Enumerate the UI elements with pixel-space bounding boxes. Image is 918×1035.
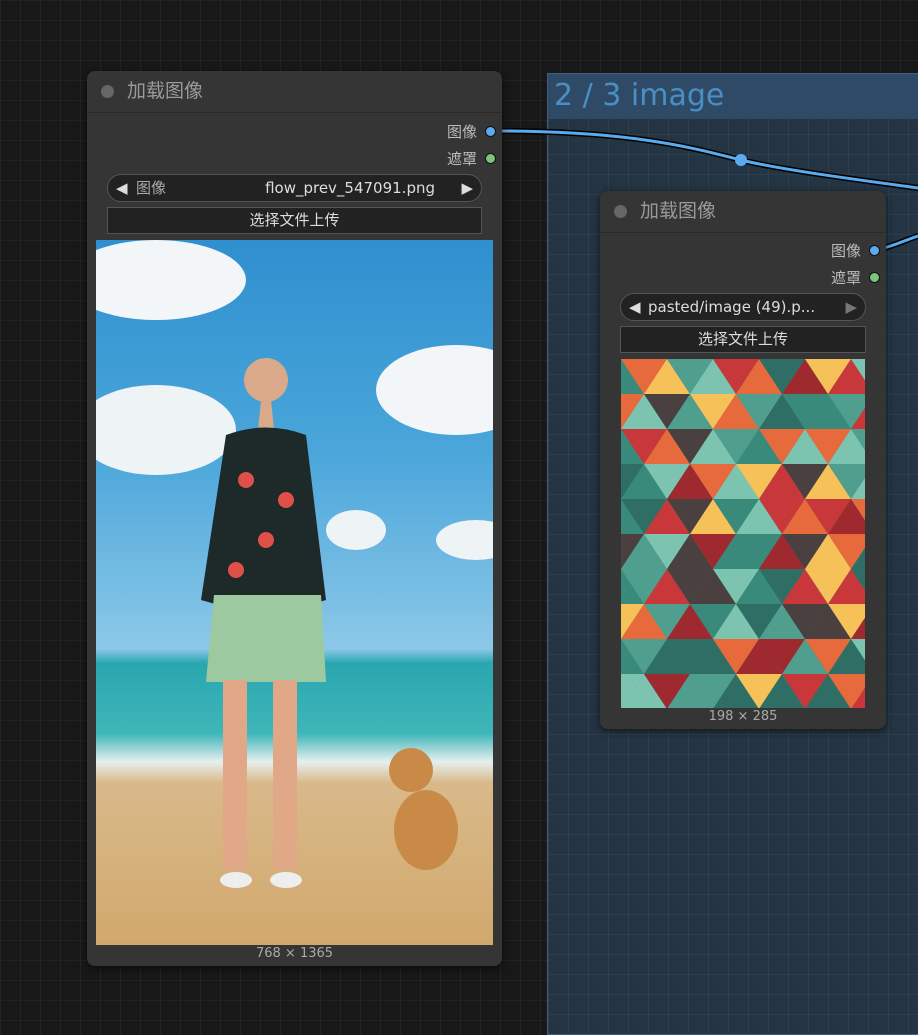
load-image-node-1[interactable]: 加载图像 图像 遮罩 ◀ 图像 flow_prev_547091.png ▶ 选… [87,71,502,966]
geometric-pattern-illustration [621,359,865,708]
upload-button[interactable]: 选择文件上传 [107,207,482,234]
image-dimensions: 198 × 285 [708,709,778,724]
upload-button[interactable]: 选择文件上传 [620,326,866,353]
output-socket-icon[interactable] [485,153,496,164]
arrow-right-icon[interactable]: ▶ [845,294,857,320]
image-dimensions: 768 × 1365 [255,946,334,961]
output-mask[interactable]: 遮罩 [831,267,880,288]
output-label: 图像 [446,123,477,141]
node-title: 加载图像 [127,80,204,102]
arrow-left-icon[interactable]: ◀ [629,294,641,320]
link-midpoint[interactable] [735,154,747,166]
collapse-dot-icon[interactable] [101,85,114,98]
node-title: 加载图像 [640,200,717,222]
node-title-bar[interactable]: 加载图像 [600,191,886,233]
image-combo[interactable]: ◀ 图像 flow_prev_547091.png ▶ [107,174,482,202]
image-preview [621,359,865,708]
combo-value: pasted/image (49).p... [648,298,816,316]
image-combo[interactable]: ◀ pasted/image (49).p... ▶ [620,293,866,321]
load-image-node-2[interactable]: 加载图像 图像 遮罩 ◀ pasted/image (49).p... ▶ 选择… [600,191,886,729]
collapse-dot-icon[interactable] [614,205,627,218]
output-socket-icon[interactable] [485,126,496,137]
combo-label: 图像 [136,179,167,197]
output-image[interactable]: 图像 [831,240,880,261]
output-label: 遮罩 [446,150,477,168]
image-preview [96,240,493,945]
node-title-bar[interactable]: 加载图像 [87,71,502,113]
arrow-right-icon[interactable]: ▶ [461,175,473,201]
arrow-left-icon[interactable]: ◀ [116,175,128,201]
combo-value: flow_prev_547091.png [265,179,435,197]
beach-photo-illustration [96,240,493,888]
output-socket-icon[interactable] [869,245,880,256]
output-label: 遮罩 [830,269,861,287]
output-socket-icon[interactable] [869,272,880,283]
output-image[interactable]: 图像 [447,121,496,142]
output-mask[interactable]: 遮罩 [447,148,496,169]
output-label: 图像 [830,242,861,260]
